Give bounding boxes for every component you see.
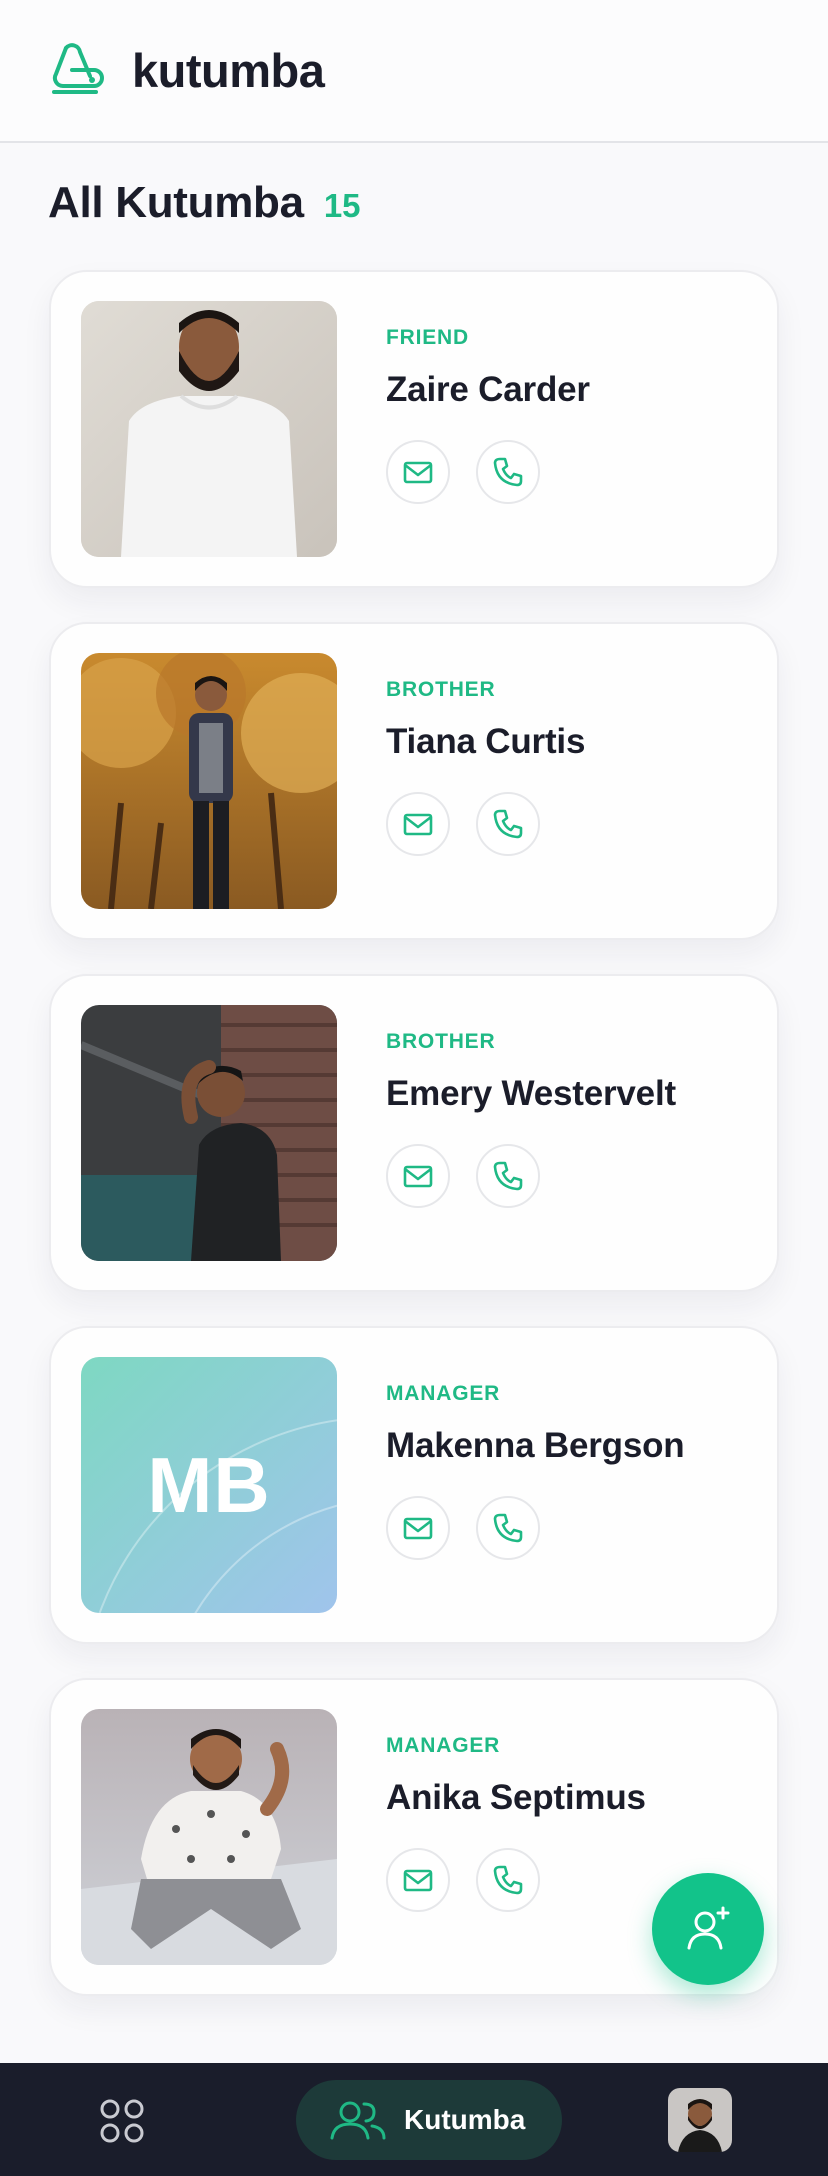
mail-icon bbox=[403, 1517, 433, 1540]
kutumba-logo-icon[interactable] bbox=[46, 40, 108, 102]
contact-actions bbox=[386, 1848, 540, 1912]
call-button[interactable] bbox=[476, 1144, 540, 1208]
mail-icon bbox=[403, 461, 433, 484]
email-button[interactable] bbox=[386, 1144, 450, 1208]
contact-card[interactable]: FRIEND Zaire Carder bbox=[49, 270, 779, 588]
brand-name: kutumba bbox=[132, 44, 325, 97]
call-button[interactable] bbox=[476, 792, 540, 856]
list-heading: All Kutumba 15 bbox=[48, 178, 361, 228]
phone-icon bbox=[493, 1161, 523, 1191]
nav-item-kutumba[interactable]: Kutumba bbox=[296, 2080, 562, 2160]
contact-card[interactable]: BROTHER Tiana Curtis bbox=[49, 622, 779, 940]
users-icon bbox=[330, 2101, 386, 2140]
add-user-icon bbox=[687, 1906, 730, 1950]
contact-count-badge: 15 bbox=[323, 187, 361, 224]
contact-card[interactable]: MB MANAGER Makenna Bergson bbox=[49, 1326, 779, 1644]
phone-icon bbox=[493, 1513, 523, 1543]
grid-icon[interactable] bbox=[98, 2097, 146, 2145]
mail-icon bbox=[403, 1165, 433, 1188]
contact-photo bbox=[81, 653, 337, 909]
contact-name: Emery Westervelt bbox=[386, 1074, 676, 1113]
contact-actions bbox=[386, 440, 540, 504]
call-button[interactable] bbox=[476, 1496, 540, 1560]
email-button[interactable] bbox=[386, 792, 450, 856]
contact-relation: MANAGER bbox=[386, 1382, 501, 1405]
add-contact-button[interactable] bbox=[652, 1873, 764, 1985]
call-button[interactable] bbox=[476, 440, 540, 504]
contact-photo bbox=[81, 1005, 337, 1261]
avatar-initials: MB bbox=[147, 1440, 271, 1529]
contact-actions bbox=[386, 1144, 540, 1208]
avatar[interactable] bbox=[668, 2088, 732, 2152]
contact-photo bbox=[81, 301, 337, 557]
contact-actions bbox=[386, 1496, 540, 1560]
contact-relation: BROTHER bbox=[386, 1030, 496, 1053]
phone-icon bbox=[493, 457, 523, 487]
contact-name: Tiana Curtis bbox=[386, 722, 586, 761]
app-header: kutumba bbox=[0, 0, 828, 143]
contact-photo bbox=[81, 1709, 337, 1965]
contact-relation: MANAGER bbox=[386, 1734, 501, 1757]
nav-label-kutumba: Kutumba bbox=[404, 2104, 526, 2135]
contact-relation: BROTHER bbox=[386, 678, 496, 701]
email-button[interactable] bbox=[386, 1848, 450, 1912]
phone-icon bbox=[493, 1865, 523, 1895]
contact-relation: FRIEND bbox=[386, 326, 469, 349]
contact-card[interactable]: BROTHER Emery Westervelt bbox=[49, 974, 779, 1292]
phone-icon bbox=[493, 809, 523, 839]
contact-actions bbox=[386, 792, 540, 856]
email-button[interactable] bbox=[386, 1496, 450, 1560]
mail-icon bbox=[403, 813, 433, 836]
page-title: All Kutumba bbox=[48, 178, 304, 227]
email-button[interactable] bbox=[386, 440, 450, 504]
contact-name: Zaire Carder bbox=[386, 370, 590, 409]
contact-name: Makenna Bergson bbox=[386, 1426, 685, 1465]
contact-name: Anika Septimus bbox=[386, 1778, 646, 1817]
call-button[interactable] bbox=[476, 1848, 540, 1912]
mail-icon bbox=[403, 1869, 433, 1892]
contact-initials-avatar: MB bbox=[81, 1357, 337, 1613]
bottom-navigation: Kutumba bbox=[0, 2063, 828, 2176]
